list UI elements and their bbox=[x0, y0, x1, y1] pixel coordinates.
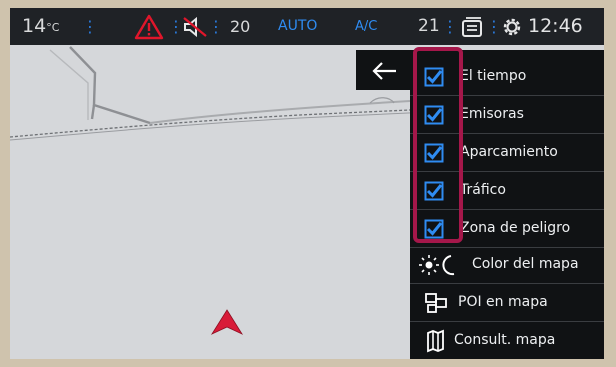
menu-item-poi-en-mapa[interactable]: POI en mapa bbox=[410, 284, 604, 322]
separator-dots-icon: ⋮ bbox=[442, 17, 458, 36]
fan-speed[interactable]: 20 bbox=[230, 8, 250, 45]
menu-item-label: Color del mapa bbox=[472, 256, 579, 272]
temperature-left[interactable]: 14°C bbox=[22, 8, 59, 45]
back-button[interactable] bbox=[356, 50, 414, 90]
menu-item-label: Zona de peligro bbox=[460, 220, 571, 236]
menu-item-color-del-mapa[interactable]: Color del mapa bbox=[410, 246, 604, 284]
menu-item-consult-mapa[interactable]: Consult. mapa bbox=[410, 322, 604, 359]
menu-item-label: El tiempo bbox=[460, 68, 527, 84]
menu-item-label: Aparcamiento bbox=[460, 144, 558, 160]
mute-icon[interactable] bbox=[182, 16, 208, 38]
separator-dots-icon: ⋮ bbox=[208, 17, 224, 36]
temperature-left-value: 14 bbox=[22, 15, 47, 37]
menu-item-label: Emisoras bbox=[460, 106, 524, 122]
separator-dots-icon: ⋮ bbox=[82, 17, 98, 36]
checkbox-highlight-frame bbox=[413, 47, 463, 243]
day-night-icon bbox=[419, 255, 455, 276]
auto-climate-label[interactable]: AUTO bbox=[278, 8, 317, 45]
infotainment-screen: 14°C ⋮ ⋮ ⋮ 20 AUTO A/C 21 ⋮ ⋮ 12:46 El t… bbox=[10, 8, 604, 359]
status-bar: 14°C ⋮ ⋮ ⋮ 20 AUTO A/C 21 ⋮ ⋮ 12:46 bbox=[10, 8, 604, 45]
notifications-icon[interactable] bbox=[460, 16, 484, 38]
clock: 12:46 bbox=[528, 15, 583, 37]
poi-icon bbox=[425, 293, 447, 313]
arrow-left-icon bbox=[372, 62, 396, 80]
settings-gear-icon[interactable] bbox=[501, 16, 523, 38]
temperature-right[interactable]: 21 bbox=[418, 8, 440, 45]
separator-dots-icon: ⋮ bbox=[486, 17, 502, 36]
hazard-warning-icon[interactable] bbox=[134, 14, 164, 40]
menu-item-label: POI en mapa bbox=[458, 294, 548, 310]
menu-item-label: Consult. mapa bbox=[454, 332, 556, 348]
menu-item-label: Tráfico bbox=[460, 182, 506, 198]
temperature-unit: °C bbox=[46, 21, 60, 34]
ac-label[interactable]: A/C bbox=[355, 8, 377, 45]
